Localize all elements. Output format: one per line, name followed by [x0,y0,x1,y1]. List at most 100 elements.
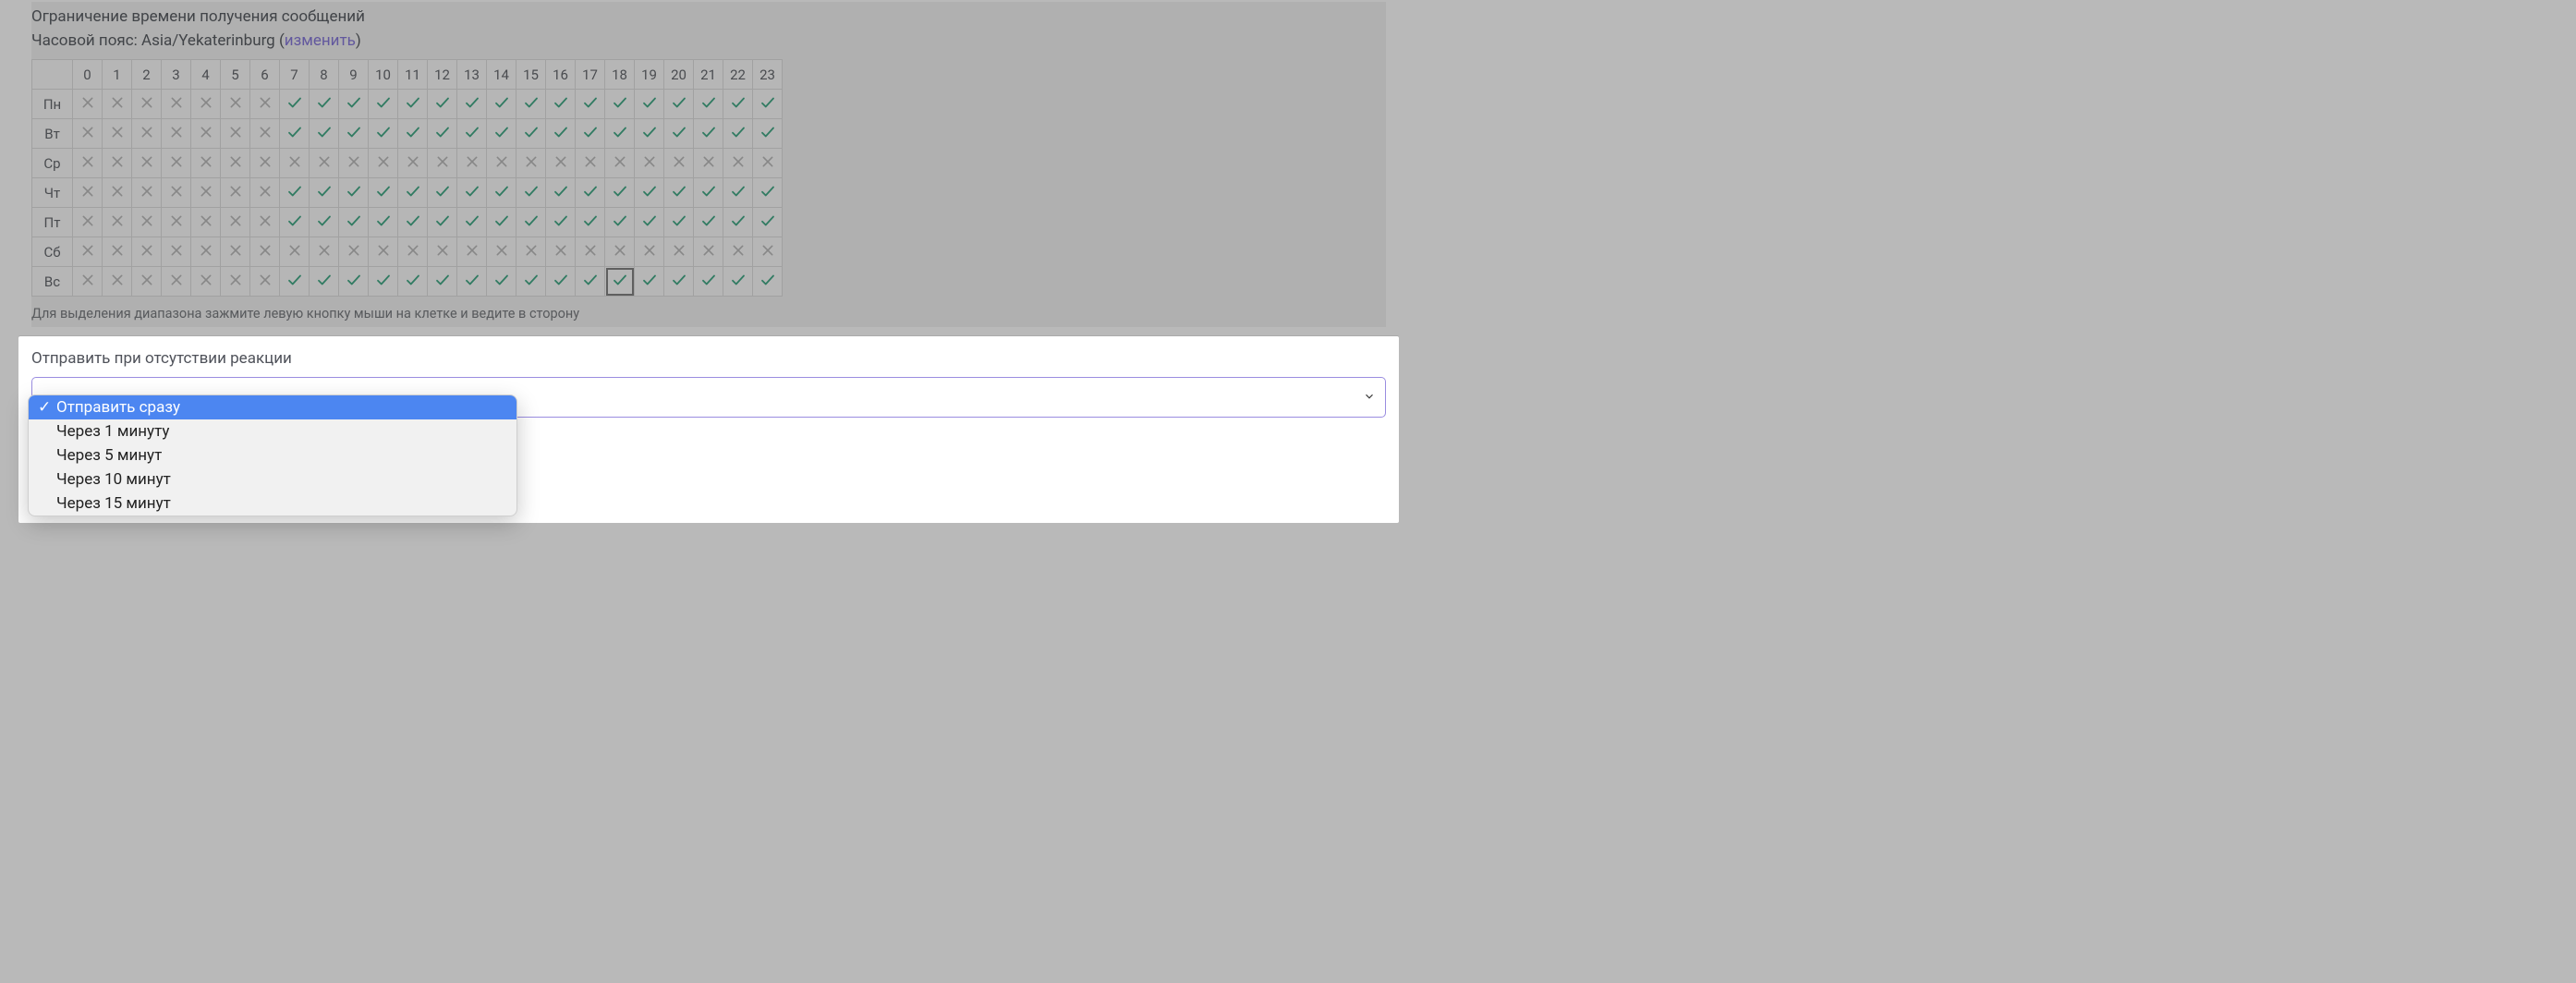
schedule-cell[interactable] [73,208,103,237]
dropdown-option[interactable]: ✓Через 5 минут [29,443,516,467]
schedule-cell[interactable] [516,178,546,208]
schedule-cell[interactable] [398,208,428,237]
schedule-cell[interactable] [576,267,605,297]
schedule-cell[interactable] [694,237,723,267]
schedule-cell[interactable] [162,208,191,237]
schedule-cell[interactable] [516,208,546,237]
schedule-cell[interactable] [369,90,398,119]
schedule-cell[interactable] [369,119,398,149]
schedule-cell[interactable] [103,267,132,297]
schedule-cell[interactable] [398,90,428,119]
schedule-cell[interactable] [694,208,723,237]
schedule-cell[interactable] [605,149,635,178]
schedule-cell[interactable] [487,119,516,149]
dropdown-option[interactable]: ✓Через 15 минут [29,492,516,516]
schedule-cell[interactable] [723,119,753,149]
dropdown-option[interactable]: ✓Отправить сразу [29,395,516,419]
schedule-cell[interactable] [162,119,191,149]
schedule-cell[interactable] [546,178,576,208]
schedule-cell[interactable] [753,178,783,208]
schedule-cell[interactable] [635,90,664,119]
schedule-cell[interactable] [73,178,103,208]
schedule-cell[interactable] [162,267,191,297]
schedule-cell[interactable] [73,90,103,119]
schedule-cell[interactable] [457,208,487,237]
schedule-cell[interactable] [339,237,369,267]
schedule-cell[interactable] [546,237,576,267]
schedule-cell[interactable] [191,90,221,119]
schedule-cell[interactable] [310,178,339,208]
schedule-cell[interactable] [605,90,635,119]
schedule-cell[interactable] [753,237,783,267]
schedule-cell[interactable] [576,149,605,178]
schedule-cell[interactable] [369,237,398,267]
schedule-cell[interactable] [221,90,250,119]
schedule-cell[interactable] [753,119,783,149]
schedule-cell[interactable] [694,90,723,119]
schedule-cell[interactable] [546,119,576,149]
schedule-cell[interactable] [576,237,605,267]
schedule-cell[interactable] [103,178,132,208]
schedule-cell[interactable] [132,267,162,297]
schedule-cell[interactable] [753,149,783,178]
schedule-cell[interactable] [605,208,635,237]
schedule-cell[interactable] [162,237,191,267]
schedule-cell[interactable] [280,149,310,178]
schedule-cell[interactable] [753,90,783,119]
schedule-cell[interactable] [250,149,280,178]
schedule-cell[interactable] [516,90,546,119]
schedule-cell[interactable] [73,119,103,149]
schedule-cell[interactable] [428,149,457,178]
schedule-cell[interactable] [546,149,576,178]
schedule-cell[interactable] [132,119,162,149]
schedule-cell[interactable] [162,149,191,178]
schedule-cell[interactable] [280,267,310,297]
schedule-cell[interactable] [369,208,398,237]
schedule-cell[interactable] [723,267,753,297]
schedule-cell[interactable] [694,267,723,297]
schedule-cell[interactable] [487,178,516,208]
schedule-cell[interactable] [664,178,694,208]
schedule-cell[interactable] [546,208,576,237]
schedule-cell[interactable] [250,267,280,297]
schedule-cell[interactable] [310,267,339,297]
schedule-cell[interactable] [753,267,783,297]
schedule-cell[interactable] [428,90,457,119]
schedule-cell[interactable] [664,90,694,119]
schedule-cell[interactable] [369,178,398,208]
schedule-cell[interactable] [457,119,487,149]
schedule-cell[interactable] [546,267,576,297]
schedule-cell[interactable] [605,178,635,208]
schedule-table[interactable]: 01234567891011121314151617181920212223 П… [31,59,783,297]
schedule-cell[interactable] [191,267,221,297]
schedule-cell[interactable] [635,208,664,237]
schedule-cell[interactable] [723,208,753,237]
schedule-cell[interactable] [457,90,487,119]
dropdown-option[interactable]: ✓Через 10 минут [29,467,516,492]
schedule-cell[interactable] [516,267,546,297]
schedule-cell[interactable] [694,149,723,178]
schedule-cell[interactable] [398,178,428,208]
schedule-cell[interactable] [723,178,753,208]
schedule-cell[interactable] [280,90,310,119]
schedule-cell[interactable] [723,149,753,178]
schedule-cell[interactable] [428,267,457,297]
schedule-cell[interactable] [457,267,487,297]
schedule-cell[interactable] [162,178,191,208]
schedule-cell[interactable] [280,208,310,237]
schedule-cell[interactable] [103,208,132,237]
schedule-cell[interactable] [635,237,664,267]
schedule-cell[interactable] [605,119,635,149]
schedule-cell[interactable] [221,178,250,208]
schedule-cell[interactable] [191,208,221,237]
schedule-cell[interactable] [457,237,487,267]
schedule-cell[interactable] [664,237,694,267]
schedule-cell[interactable] [132,178,162,208]
schedule-cell[interactable] [664,149,694,178]
schedule-cell[interactable] [250,178,280,208]
schedule-cell[interactable] [310,237,339,267]
schedule-cell[interactable] [428,208,457,237]
schedule-cell[interactable] [73,149,103,178]
schedule-cell[interactable] [310,208,339,237]
schedule-cell[interactable] [132,90,162,119]
